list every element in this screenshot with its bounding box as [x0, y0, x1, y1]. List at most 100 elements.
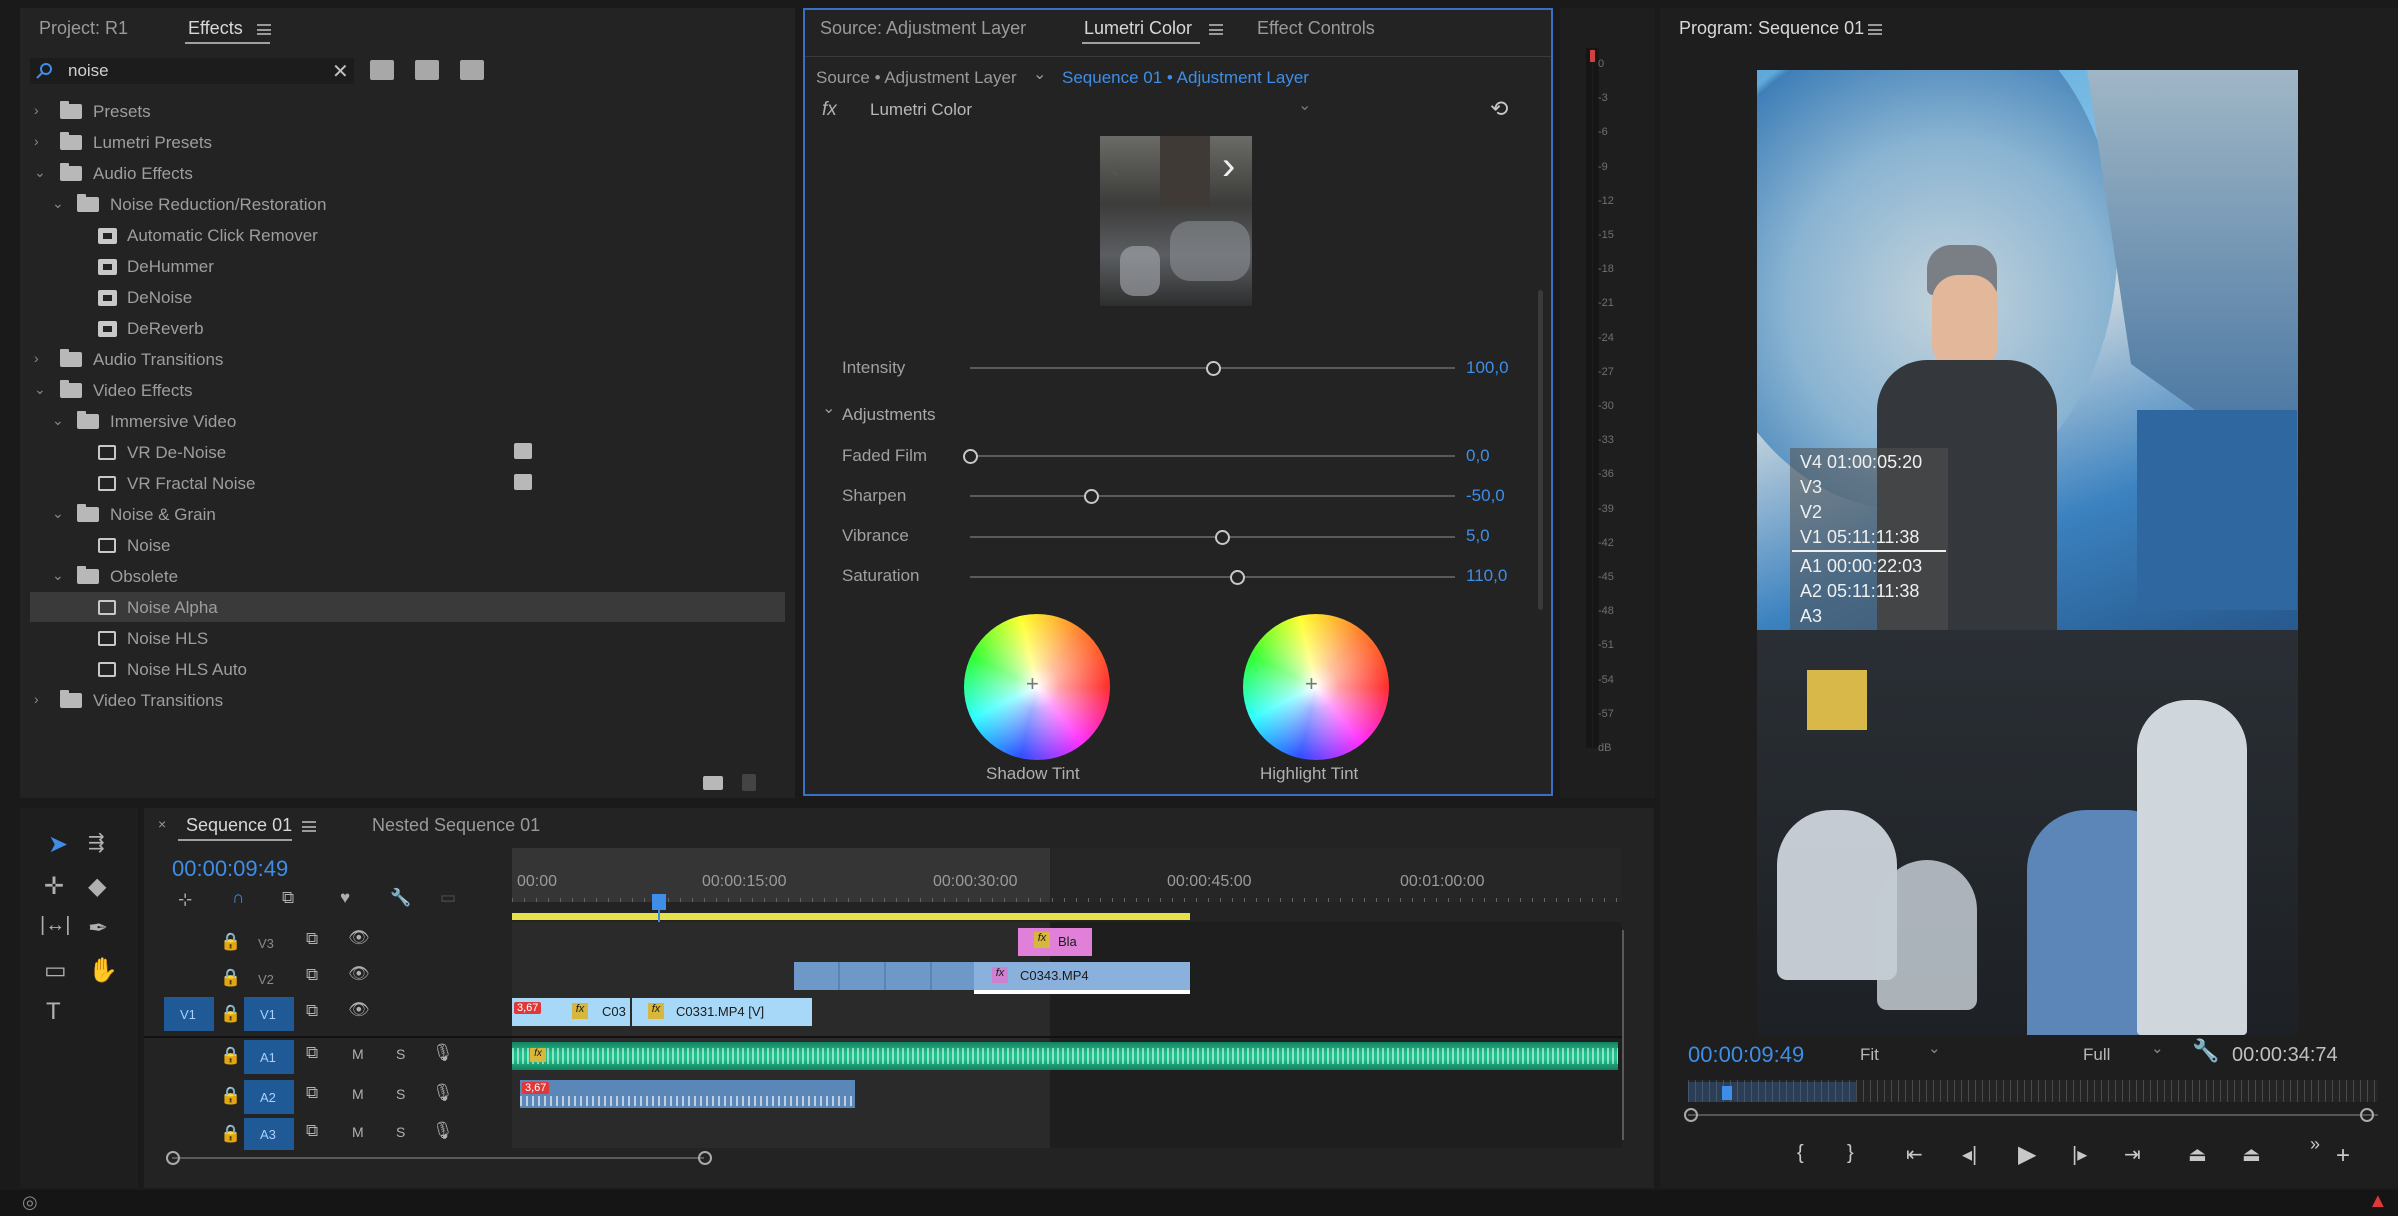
- lock-icon[interactable]: 🔒: [220, 932, 241, 952]
- tree-item-obsolete[interactable]: ⌄ Obsolete: [30, 561, 785, 591]
- sync-lock-icon[interactable]: ⧉: [306, 1001, 318, 1021]
- status-icon[interactable]: ◎: [22, 1192, 38, 1213]
- clear-search-icon[interactable]: ✕: [332, 59, 349, 84]
- program-playhead[interactable]: [1722, 1086, 1732, 1100]
- tree-item-vr-fractal-noise[interactable]: VR Fractal Noise: [30, 468, 785, 498]
- mute-button[interactable]: M: [352, 1124, 364, 1140]
- saturation-knob[interactable]: [1229, 570, 1245, 585]
- insert-nest-icon[interactable]: ⊹: [178, 890, 192, 910]
- microphone-icon[interactable]: 🎙: [432, 1083, 454, 1103]
- sync-lock-icon[interactable]: ⧉: [306, 1043, 318, 1063]
- zoom-scrollbar[interactable]: [1688, 1114, 2378, 1116]
- tree-item-audio-transitions[interactable]: › Audio Transitions: [30, 344, 785, 374]
- tab-nested-sequence-01[interactable]: Nested Sequence 01: [372, 815, 540, 836]
- lift-icon[interactable]: ⏏: [2188, 1142, 2207, 1167]
- intensity-value[interactable]: 100,0: [1466, 358, 1509, 378]
- track-target-a1[interactable]: A1: [244, 1040, 294, 1074]
- timeline-playhead-head[interactable]: [652, 894, 666, 910]
- previous-look-icon[interactable]: ‹: [1108, 148, 1119, 187]
- program-monitor-title[interactable]: Program: Sequence 01: [1679, 18, 1864, 39]
- captions-icon[interactable]: ▭: [440, 888, 456, 908]
- faded-film-knob[interactable]: [963, 449, 978, 464]
- vibrance-slider[interactable]: [970, 536, 1455, 538]
- add-button-icon[interactable]: +: [2336, 1142, 2350, 1170]
- saturation-slider[interactable]: [970, 576, 1455, 578]
- linked-selection-icon[interactable]: ⧉: [282, 888, 294, 908]
- play-icon[interactable]: ▶: [2018, 1140, 2036, 1169]
- program-timecode[interactable]: 00:00:09:49: [1688, 1042, 1804, 1068]
- tab-source[interactable]: Source: Adjustment Layer: [820, 18, 1026, 39]
- lock-icon[interactable]: 🔒: [220, 1086, 241, 1106]
- tab-project[interactable]: Project: R1: [39, 18, 128, 39]
- lock-icon[interactable]: 🔒: [220, 968, 241, 988]
- saturation-value[interactable]: 110,0: [1466, 566, 1507, 586]
- lock-icon[interactable]: 🔒: [220, 1046, 241, 1066]
- track-target-a3[interactable]: A3: [244, 1118, 294, 1150]
- tab-effects[interactable]: Effects: [188, 18, 243, 39]
- tab-effect-controls[interactable]: Effect Controls: [1257, 18, 1375, 39]
- step-forward-icon[interactable]: |▸: [2072, 1142, 2087, 1167]
- sync-lock-icon[interactable]: ⧉: [306, 929, 318, 949]
- eye-icon[interactable]: 👁: [348, 928, 370, 948]
- sync-lock-icon[interactable]: ⧉: [306, 1083, 318, 1103]
- go-to-in-icon[interactable]: ⇤: [1906, 1142, 1923, 1167]
- clip-v1-c03[interactable]: 3,67 fx C03: [512, 998, 630, 1026]
- adjustments-section[interactable]: Adjustments: [842, 405, 936, 425]
- track-target-v1[interactable]: V1: [244, 997, 294, 1031]
- tree-item-audio-effects[interactable]: ⌄ Audio Effects: [30, 158, 785, 188]
- tab-lumetri-color[interactable]: Lumetri Color: [1084, 18, 1192, 39]
- tree-item-noise-grain[interactable]: ⌄ Noise & Grain: [30, 499, 785, 529]
- clip-v3-adjustment[interactable]: fx Bla: [1018, 928, 1092, 956]
- mute-button[interactable]: M: [352, 1086, 364, 1102]
- microphone-icon[interactable]: 🎙: [432, 1043, 454, 1063]
- program-menu-icon[interactable]: [1868, 24, 1882, 35]
- new-bin-icon[interactable]: [703, 776, 723, 790]
- search-input[interactable]: [66, 60, 320, 82]
- lumetri-scrollbar[interactable]: [1538, 290, 1543, 610]
- clip-v2-c0343[interactable]: fx C0343.MP4: [974, 962, 1190, 990]
- razor-tool-icon[interactable]: ◆: [88, 872, 106, 901]
- zoom-dropdown[interactable]: Fit ⌄: [1852, 1040, 1947, 1068]
- eye-icon[interactable]: 👁: [348, 964, 370, 984]
- tree-item-noise-hls-auto[interactable]: Noise HLS Auto: [30, 654, 785, 684]
- tree-item-denoise[interactable]: DeNoise: [30, 282, 785, 312]
- solo-button[interactable]: S: [396, 1124, 405, 1140]
- lock-icon[interactable]: 🔒: [220, 1124, 241, 1144]
- ripple-edit-tool-icon[interactable]: ✛: [44, 872, 64, 901]
- tree-item-immersive-video[interactable]: ⌄ Immersive Video: [30, 406, 785, 436]
- scroll-handle-right[interactable]: [698, 1151, 712, 1165]
- intensity-knob[interactable]: [1205, 361, 1221, 376]
- highlight-tint-wheel[interactable]: [1243, 614, 1389, 760]
- go-to-out-icon[interactable]: ⇥: [2124, 1142, 2141, 1167]
- tree-item-video-effects[interactable]: ⌄ Video Effects: [30, 375, 785, 405]
- delete-icon[interactable]: [742, 774, 756, 791]
- faded-film-slider[interactable]: [970, 455, 1455, 457]
- effects-menu-icon[interactable]: [257, 24, 271, 35]
- warning-icon[interactable]: ▲: [2368, 1190, 2388, 1213]
- eye-icon[interactable]: 👁: [348, 1000, 370, 1020]
- lumetri-menu-icon[interactable]: [1209, 24, 1223, 35]
- source-selector[interactable]: Source • Adjustment Layer: [816, 68, 1017, 88]
- sequence-selector[interactable]: Sequence 01 • Adjustment Layer: [1062, 68, 1309, 88]
- type-tool-icon[interactable]: T: [46, 998, 61, 1026]
- timeline-menu-icon[interactable]: [302, 821, 316, 832]
- hand-tool-icon[interactable]: ✋: [88, 956, 118, 985]
- selection-tool-icon[interactable]: ➤: [48, 830, 68, 859]
- clip-a1-audio[interactable]: fx: [512, 1042, 1618, 1070]
- shadow-tint-wheel[interactable]: [964, 614, 1110, 760]
- tree-item-video-transitions[interactable]: › Video Transitions: [30, 685, 785, 715]
- rectangle-tool-icon[interactable]: ▭: [44, 956, 67, 985]
- timeline-timecode[interactable]: 00:00:09:49: [172, 856, 288, 882]
- mark-out-icon[interactable]: }: [1847, 1142, 1854, 1165]
- microphone-icon[interactable]: 🎙: [432, 1121, 454, 1141]
- tree-item-noise-alpha[interactable]: Noise Alpha: [30, 592, 785, 622]
- clip-v2-nested[interactable]: [794, 962, 974, 990]
- extract-icon[interactable]: ⏏: [2242, 1142, 2261, 1167]
- solo-button[interactable]: S: [396, 1086, 405, 1102]
- next-look-icon[interactable]: ›: [1222, 144, 1235, 189]
- sync-lock-icon[interactable]: ⧉: [306, 1121, 318, 1141]
- solo-button[interactable]: S: [396, 1046, 405, 1062]
- effect-dropdown[interactable]: Lumetri Color ⌄: [858, 97, 1318, 124]
- work-area-bar[interactable]: [512, 913, 1190, 920]
- 32bit-filter-icon[interactable]: [415, 60, 439, 80]
